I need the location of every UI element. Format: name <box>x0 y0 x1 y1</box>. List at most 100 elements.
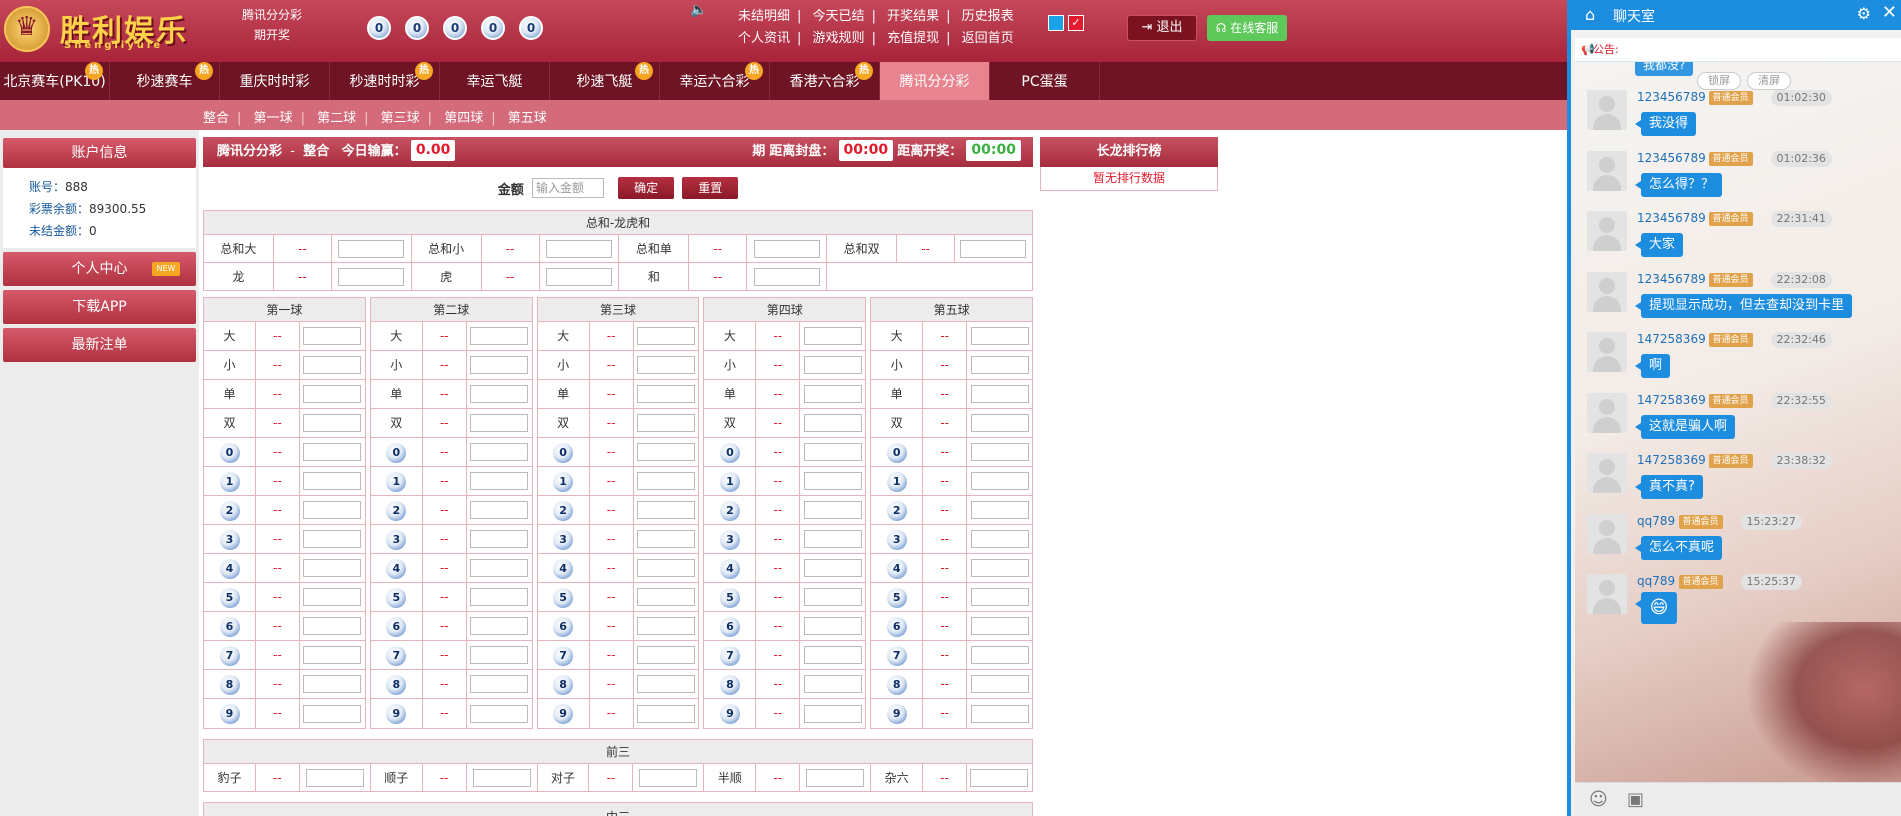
subnav-item-combined[interactable]: 整合 <box>203 107 229 126</box>
download-app-button[interactable]: 下载APP <box>3 290 196 324</box>
bet-input[interactable] <box>636 327 695 345</box>
confirm-button[interactable]: 确定 <box>618 177 675 199</box>
bet-input[interactable] <box>806 768 865 787</box>
bet-input[interactable] <box>803 646 862 664</box>
online-service-button[interactable]: ☊ 在线客服 <box>1207 15 1287 41</box>
bet-input[interactable] <box>470 646 529 664</box>
user-settings-icon[interactable]: ⚙ <box>1857 4 1871 23</box>
bet-input[interactable] <box>472 768 531 787</box>
bet-input[interactable] <box>470 385 529 403</box>
bet-input[interactable] <box>636 385 695 403</box>
bet-input[interactable] <box>803 385 862 403</box>
bet-input[interactable] <box>303 617 362 635</box>
theme-red-button[interactable]: ✓ <box>1068 15 1084 31</box>
nav-item-speed-airship[interactable]: 秒速飞艇热 <box>550 62 660 100</box>
bet-input[interactable] <box>803 559 862 577</box>
bet-input[interactable] <box>970 385 1029 403</box>
bet-input[interactable] <box>303 501 362 519</box>
bet-input[interactable] <box>470 588 529 606</box>
nav-item-chongqing-ssc[interactable]: 重庆时时彩 <box>220 62 330 100</box>
personal-center-button[interactable]: 个人中心 NEW <box>3 252 196 286</box>
nav-item-lucky-airship[interactable]: 幸运飞艇 <box>440 62 550 100</box>
speaker-icon[interactable]: 🔈 <box>690 2 707 18</box>
bet-input[interactable] <box>970 414 1029 432</box>
bet-input[interactable] <box>470 617 529 635</box>
bet-input[interactable] <box>303 588 362 606</box>
bet-input[interactable] <box>636 704 695 723</box>
bet-input[interactable] <box>636 530 695 548</box>
bet-input[interactable] <box>636 617 695 635</box>
bet-input[interactable] <box>303 356 362 374</box>
bet-input[interactable] <box>470 443 529 461</box>
logout-button[interactable]: ⇥ 退出 <box>1127 15 1197 41</box>
bet-input[interactable] <box>803 443 862 461</box>
logo[interactable]: 胜利娱乐 Shengliyule <box>4 4 194 54</box>
subnav-item-ball-5[interactable]: 第五球 <box>508 107 547 126</box>
link-draw-results[interactable]: 开奖结果 <box>887 6 939 28</box>
lock-screen-button[interactable]: 锁屏 <box>1697 72 1741 90</box>
nav-item-speed-ssc[interactable]: 秒速时时彩热 <box>330 62 440 100</box>
bet-input[interactable] <box>803 327 862 345</box>
bet-input[interactable] <box>470 530 529 548</box>
close-icon[interactable]: ✕ <box>1882 2 1897 23</box>
bet-input[interactable] <box>803 617 862 635</box>
bet-input[interactable] <box>970 768 1029 787</box>
nav-item-pc-egg[interactable]: PC蛋蛋 <box>990 62 1100 100</box>
bet-input[interactable] <box>470 501 529 519</box>
bet-input[interactable] <box>636 443 695 461</box>
bet-input[interactable] <box>970 559 1029 577</box>
bet-input[interactable] <box>303 530 362 548</box>
nav-item-lucky-mark-six[interactable]: 幸运六合彩热 <box>660 62 770 100</box>
bet-input[interactable] <box>970 646 1029 664</box>
nav-item-hk-mark-six[interactable]: 香港六合彩热 <box>770 62 880 100</box>
bet-input[interactable] <box>970 704 1029 723</box>
bet-input[interactable] <box>545 239 612 258</box>
bet-input[interactable] <box>470 675 529 693</box>
bet-input[interactable] <box>338 239 405 258</box>
bet-input[interactable] <box>803 704 862 723</box>
bet-input[interactable] <box>803 472 862 490</box>
bet-input[interactable] <box>970 617 1029 635</box>
bet-input[interactable] <box>636 356 695 374</box>
bet-input[interactable] <box>970 675 1029 693</box>
nav-item-tencent-ffc[interactable]: 腾讯分分彩 <box>880 62 990 100</box>
link-history-report[interactable]: 历史报表 <box>962 6 1014 28</box>
subnav-item-ball-3[interactable]: 第三球 <box>381 107 420 126</box>
bet-input[interactable] <box>470 559 529 577</box>
theme-blue-button[interactable] <box>1048 15 1064 31</box>
bet-input[interactable] <box>303 704 362 723</box>
bet-input[interactable] <box>970 588 1029 606</box>
link-personal-info[interactable]: 个人资讯 <box>738 28 790 50</box>
bet-input[interactable] <box>636 559 695 577</box>
bet-input[interactable] <box>303 414 362 432</box>
bet-input[interactable] <box>970 472 1029 490</box>
link-game-rules[interactable]: 游戏规则 <box>813 28 865 50</box>
link-unsettled[interactable]: 未结明细 <box>738 6 790 28</box>
bet-input[interactable] <box>803 356 862 374</box>
nav-item-speed-racing[interactable]: 秒速赛车热 <box>110 62 220 100</box>
bet-input[interactable] <box>303 472 362 490</box>
bet-input[interactable] <box>970 327 1029 345</box>
bet-input[interactable] <box>970 443 1029 461</box>
bet-input[interactable] <box>753 267 820 286</box>
image-icon[interactable]: ▣ <box>1627 789 1644 810</box>
bet-input[interactable] <box>470 356 529 374</box>
bet-input[interactable] <box>970 356 1029 374</box>
bet-input[interactable] <box>803 501 862 519</box>
chat-messages[interactable]: 我都没? 锁屏 清屏 123456789 普通会员 01:02:30 我没得 12345… <box>1575 62 1901 782</box>
link-settled-today[interactable]: 今天已结 <box>813 6 865 28</box>
bet-input[interactable] <box>470 704 529 723</box>
bet-input[interactable] <box>970 501 1029 519</box>
bet-input[interactable] <box>970 530 1029 548</box>
bet-input[interactable] <box>636 588 695 606</box>
emoji-icon[interactable]: ☺ <box>1589 789 1608 810</box>
bet-input[interactable] <box>303 385 362 403</box>
bet-input[interactable] <box>636 501 695 519</box>
bet-input[interactable] <box>305 768 364 787</box>
bet-input[interactable] <box>545 267 612 286</box>
nav-item-pk10[interactable]: 北京赛车(PK10) 热 <box>0 62 110 100</box>
bet-input[interactable] <box>303 327 362 345</box>
subnav-item-ball-2[interactable]: 第二球 <box>317 107 356 126</box>
bet-input[interactable] <box>803 675 862 693</box>
clear-screen-button[interactable]: 清屏 <box>1747 72 1791 90</box>
